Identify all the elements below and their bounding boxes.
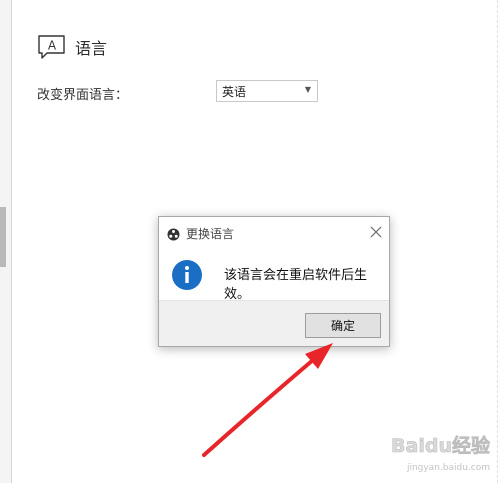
language-icon: A xyxy=(37,34,67,60)
info-icon xyxy=(171,259,203,291)
section-title: 语言 xyxy=(75,39,108,58)
dialog-titlebar[interactable]: 更换语言 xyxy=(159,217,389,247)
watermark-brand: Baidu经验 xyxy=(391,434,491,457)
change-language-dialog: 更换语言 该语言会在重启软件后生效。 确定 xyxy=(158,216,390,347)
language-select[interactable]: 英语 ▼ xyxy=(216,80,318,102)
section-header: A 语言 xyxy=(37,34,107,60)
svg-text:A: A xyxy=(48,39,57,53)
app-icon xyxy=(167,226,180,241)
scrollbar-thumb[interactable] xyxy=(0,207,6,267)
right-divider xyxy=(497,0,498,483)
watermark-url: jingyan.baidu.com xyxy=(406,463,490,473)
dialog-message: 该语言会在重启软件后生效。 xyxy=(224,268,368,302)
language-select-value: 英语 xyxy=(222,84,247,99)
ok-button[interactable]: 确定 xyxy=(305,313,381,338)
dialog-title: 更换语言 xyxy=(186,227,235,241)
close-icon[interactable] xyxy=(369,224,383,238)
dialog-footer: 确定 xyxy=(159,300,389,346)
chevron-down-icon: ▼ xyxy=(304,85,311,94)
baidu-watermark: Baidu经验 jingyan.baidu.com xyxy=(364,429,494,475)
language-label: 改变界面语言： xyxy=(37,88,129,103)
